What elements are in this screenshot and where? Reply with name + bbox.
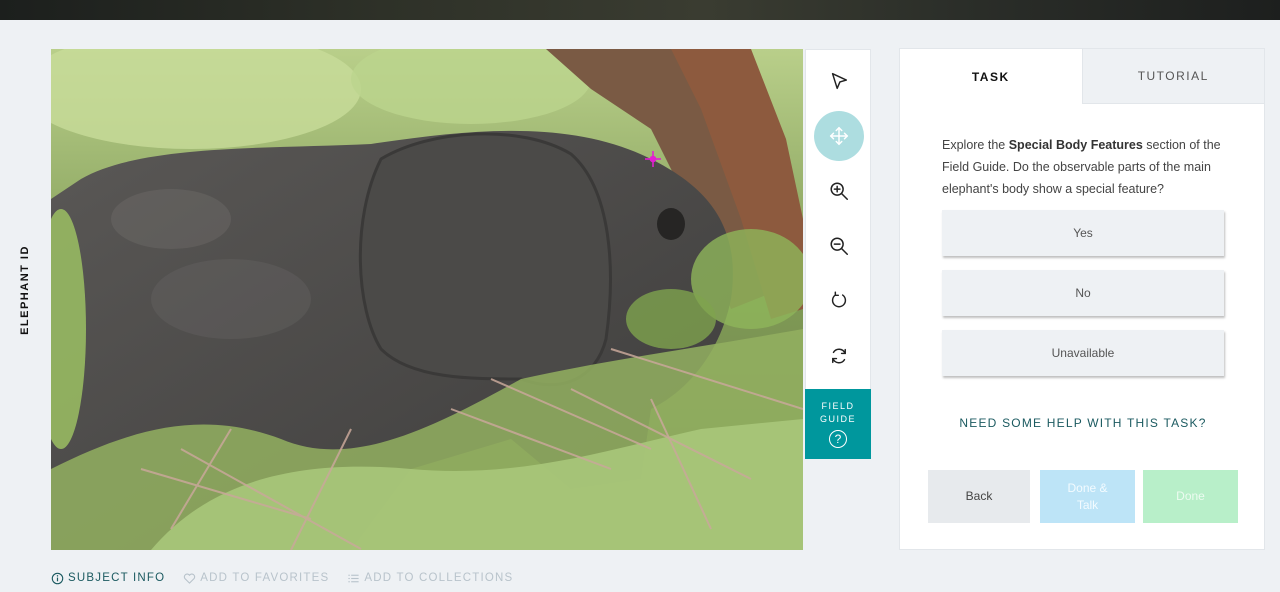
back-button[interactable]: Back bbox=[928, 470, 1030, 523]
move-tool-button[interactable] bbox=[806, 109, 872, 163]
info-icon bbox=[51, 572, 64, 584]
zoom-out-button[interactable] bbox=[806, 219, 872, 273]
field-guide-button[interactable]: FIELD GUIDE ? bbox=[805, 389, 871, 459]
subject-image bbox=[51, 49, 803, 550]
rotate-icon bbox=[831, 291, 847, 308]
tab-tutorial[interactable]: TUTORIAL bbox=[1081, 49, 1264, 104]
add-to-favorites-link[interactable]: ADD TO FAVORITES bbox=[183, 570, 329, 586]
reset-button[interactable] bbox=[806, 329, 872, 383]
question-text-pre: Explore the bbox=[942, 138, 1009, 152]
zoom-out-icon bbox=[830, 237, 848, 255]
tab-task[interactable]: TASK bbox=[900, 49, 1082, 104]
task-panel: TASK TUTORIAL Explore the Special Body F… bbox=[899, 48, 1265, 550]
help-circle-icon: ? bbox=[829, 430, 847, 448]
reset-icon bbox=[832, 348, 846, 364]
zoom-in-icon bbox=[830, 182, 848, 200]
project-title-text: ELEPHANT ID bbox=[19, 245, 31, 335]
field-guide-label: FIELD GUIDE bbox=[819, 401, 856, 424]
project-title: ELEPHANT ID bbox=[10, 190, 40, 390]
heart-icon bbox=[184, 572, 196, 584]
subject-image-viewer[interactable] bbox=[51, 49, 803, 550]
zoom-in-button[interactable] bbox=[806, 164, 872, 218]
subject-meta-bar: SUBJECT INFO ADD TO FAVORITES ADD TO COL… bbox=[51, 570, 513, 586]
answer-yes-button[interactable]: Yes bbox=[942, 210, 1224, 256]
answer-no-button[interactable]: No bbox=[942, 270, 1224, 316]
move-arrows-icon bbox=[829, 126, 849, 146]
add-to-favorites-label: ADD TO FAVORITES bbox=[200, 572, 330, 584]
done-and-talk-button[interactable]: Done & Talk bbox=[1040, 470, 1135, 523]
add-to-collections-label: ADD TO COLLECTIONS bbox=[364, 572, 514, 584]
done-and-talk-label: Done & Talk bbox=[1067, 480, 1108, 512]
task-tabs: TASK TUTORIAL bbox=[900, 49, 1264, 104]
subject-info-label: SUBJECT INFO bbox=[68, 572, 166, 584]
done-button[interactable]: Done bbox=[1143, 470, 1238, 523]
active-tool-highlight bbox=[814, 111, 864, 161]
add-to-collections-link[interactable]: ADD TO COLLECTIONS bbox=[347, 570, 513, 586]
task-help-link[interactable]: NEED SOME HELP WITH THIS TASK? bbox=[900, 416, 1266, 430]
rotate-button[interactable] bbox=[806, 274, 872, 328]
list-icon bbox=[348, 574, 359, 582]
question-text-bold: Special Body Features bbox=[1008, 138, 1143, 152]
task-question: Explore the Special Body Features sectio… bbox=[942, 134, 1232, 200]
answer-unavailable-button[interactable]: Unavailable bbox=[942, 330, 1224, 376]
annotate-tool-button[interactable] bbox=[806, 54, 872, 108]
pointer-arrow-icon bbox=[831, 72, 848, 90]
site-header-strip bbox=[0, 0, 1280, 20]
subject-info-link[interactable]: SUBJECT INFO bbox=[51, 570, 165, 586]
